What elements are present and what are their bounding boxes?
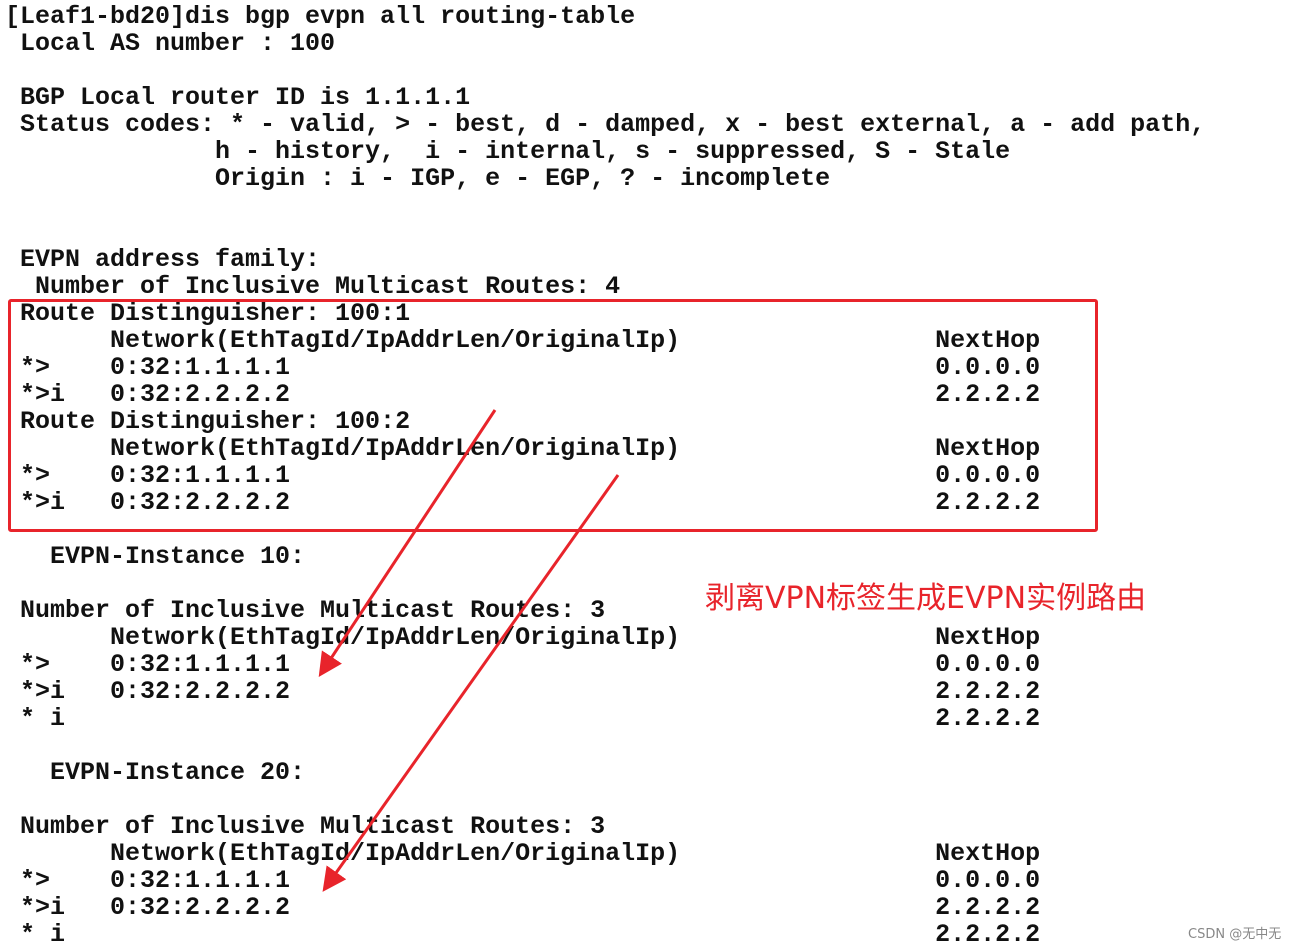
watermark: CSDN @无中无 [1188,927,1282,942]
arrow-to-instance-10 [318,409,497,678]
annotation-arrows [318,409,620,892]
arrow-to-instance-20 [322,474,620,892]
annotation-note: 剥离VPN标签生成EVPN实例路由 [705,581,1147,616]
